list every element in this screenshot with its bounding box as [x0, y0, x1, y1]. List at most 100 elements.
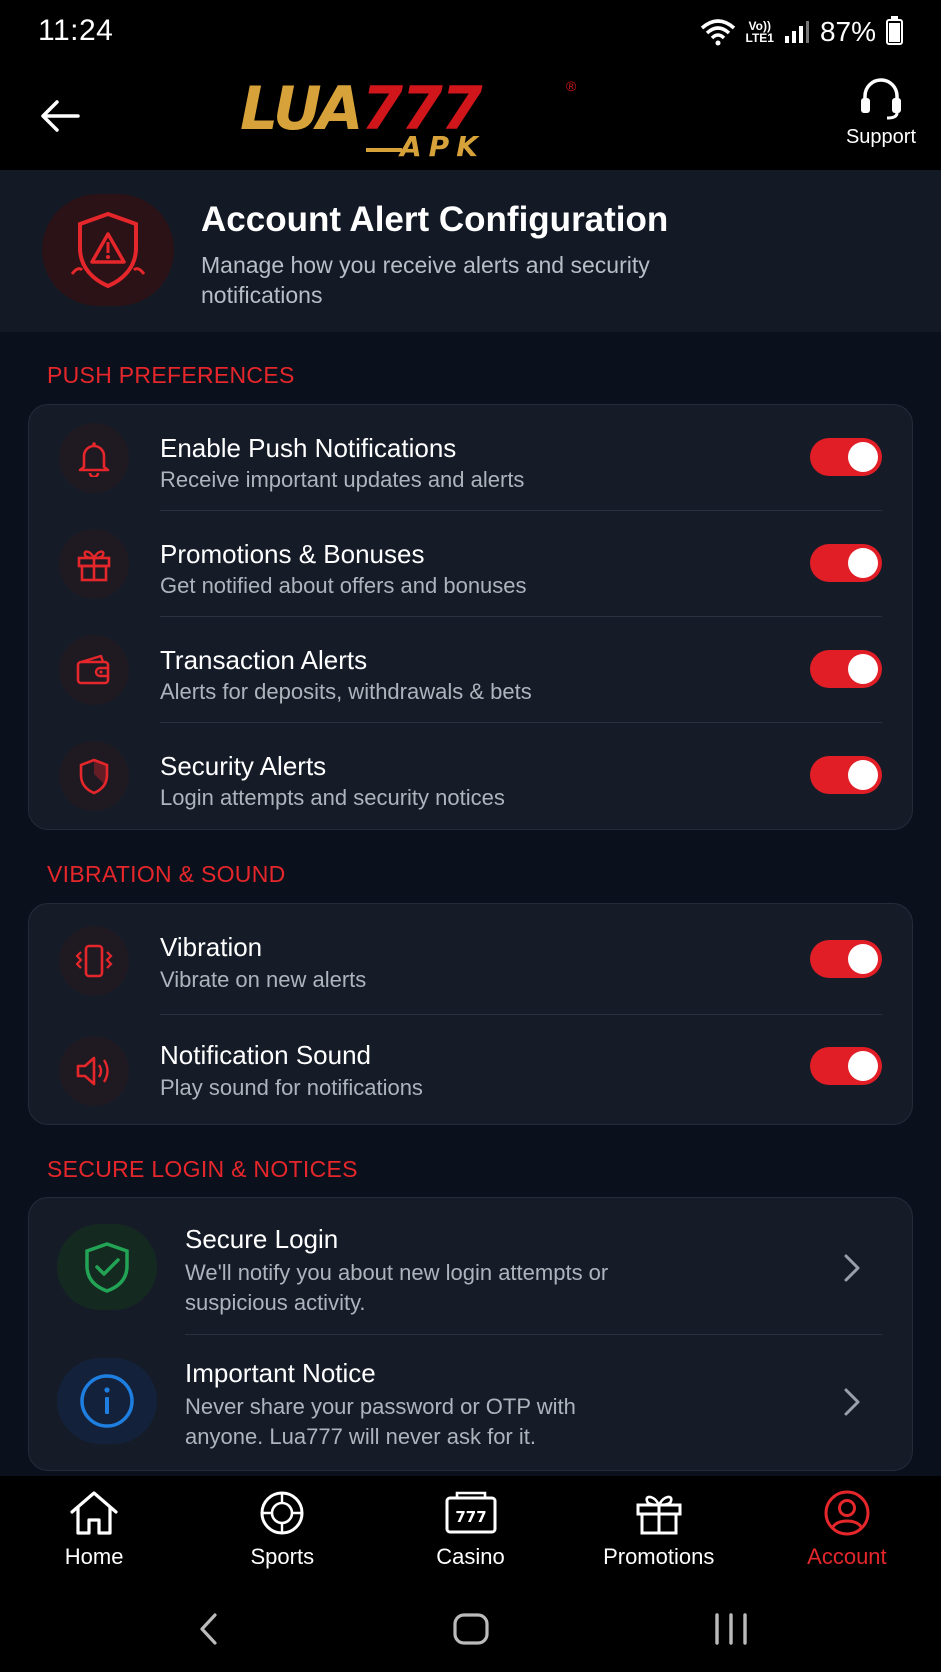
- info-icon: [80, 1374, 134, 1428]
- nav-item-home[interactable]: Home: [0, 1476, 188, 1586]
- setting-description: Login attempts and security notices: [160, 785, 505, 810]
- gift-icon: [636, 1495, 682, 1535]
- battery-icon: [886, 16, 903, 45]
- nav-label: Account: [807, 1544, 887, 1569]
- toggle-knob: [848, 548, 878, 578]
- toggle-knob: [848, 760, 878, 790]
- app-logo: LUA777 ® APK: [240, 76, 590, 163]
- setting-row-push-notifications[interactable]: Enable Push Notifications Receive import…: [29, 405, 912, 511]
- lte-label-bottom: LTE1: [745, 31, 774, 45]
- status-bar: 11:24 Vo)) LTE1 87%: [0, 0, 941, 62]
- system-home-button[interactable]: [448, 1606, 494, 1652]
- page-subtitle: Manage how you receive alerts and securi…: [201, 252, 650, 308]
- nav-label: Casino: [436, 1544, 505, 1569]
- account-icon: [824, 1490, 870, 1536]
- nav-item-casino[interactable]: 777 Casino: [376, 1476, 564, 1586]
- shield-icon: [79, 758, 109, 795]
- status-time: 11:24: [38, 14, 114, 47]
- sports-icon: [260, 1491, 304, 1535]
- setting-icon-badge: [59, 635, 129, 705]
- setting-icon-badge: [59, 1036, 129, 1106]
- page-title: Account Alert Configuration: [201, 200, 669, 239]
- notice-row-important[interactable]: Important Notice Never share your passwo…: [29, 1334, 912, 1470]
- setting-description: Alerts for deposits, withdrawals & bets: [160, 679, 532, 704]
- push-preferences-card: Enable Push Notifications Receive import…: [28, 404, 913, 830]
- wifi-icon: [700, 19, 735, 46]
- promotions-toggle[interactable]: [810, 544, 882, 582]
- nav-label: Promotions: [603, 1544, 715, 1569]
- chevron-right-icon: [844, 1388, 860, 1416]
- setting-title: Notification Sound: [160, 1040, 372, 1070]
- setting-icon-badge: [59, 529, 129, 599]
- setting-description: Get notified about offers and bonuses: [160, 573, 527, 598]
- notice-description: We'll notify you about new login attempt…: [185, 1260, 609, 1315]
- support-label: Support: [845, 126, 917, 148]
- secure-login-card: Secure Login We'll notify you about new …: [28, 1197, 913, 1471]
- nav-label: Sports: [250, 1544, 315, 1569]
- recents-icon: [715, 1613, 747, 1645]
- vibration-icon: [75, 944, 113, 978]
- system-back-button[interactable]: [186, 1606, 232, 1652]
- transaction-alerts-toggle[interactable]: [810, 650, 882, 688]
- battery-fill: [889, 22, 900, 42]
- secure-login-badge: [57, 1224, 157, 1310]
- arrow-left-icon: [41, 100, 80, 132]
- setting-row-vibration[interactable]: Vibration Vibrate on new alerts: [29, 904, 912, 1015]
- logo-dash: [366, 148, 402, 152]
- setting-title: Vibration: [160, 932, 263, 962]
- notice-title: Secure Login: [185, 1224, 339, 1254]
- toggle-knob: [848, 944, 878, 974]
- section-label-push: PUSH PREFERENCES: [47, 362, 295, 388]
- notice-row-secure-login[interactable]: Secure Login We'll notify you about new …: [29, 1198, 912, 1335]
- headset-icon: [861, 78, 901, 120]
- setting-icon-badge: [59, 926, 129, 996]
- casino-icon: 777: [445, 1491, 496, 1534]
- wallet-icon: [76, 654, 110, 685]
- setting-row-promotions[interactable]: Promotions & Bonuses Get notified about …: [29, 511, 912, 617]
- bottom-navigation: Home Sports 777 Casino Promotions Accoun…: [0, 1476, 941, 1586]
- chevron-right-icon: [844, 1254, 860, 1282]
- support-button[interactable]: Support: [839, 76, 923, 160]
- system-navigation: [0, 1586, 941, 1672]
- back-button[interactable]: [36, 92, 84, 140]
- system-recents-button[interactable]: [708, 1606, 754, 1652]
- battery-percentage: 87%: [819, 16, 876, 47]
- vibration-sound-card: Vibration Vibrate on new alerts Notifica…: [28, 903, 913, 1125]
- logo-registered-mark: ®: [566, 78, 577, 94]
- setting-description: Receive important updates and alerts: [160, 467, 525, 492]
- home-icon: [70, 1491, 118, 1535]
- toggle-knob: [848, 654, 878, 684]
- svg-text:777: 777: [455, 1508, 486, 1526]
- lte-indicator: Vo)) LTE1: [746, 20, 774, 44]
- status-indicators: Vo)) LTE1 87%: [700, 14, 903, 50]
- setting-icon-badge: [59, 423, 129, 493]
- alert-shield-badge: [42, 194, 174, 306]
- push-notifications-toggle[interactable]: [810, 438, 882, 476]
- notification-sound-toggle[interactable]: [810, 1047, 882, 1085]
- security-alerts-toggle[interactable]: [810, 756, 882, 794]
- app-header: LUA777 ® APK Support: [0, 62, 941, 170]
- setting-row-transactions[interactable]: Transaction Alerts Alerts for deposits, …: [29, 617, 912, 723]
- gift-icon: [77, 550, 111, 582]
- vibration-toggle[interactable]: [810, 940, 882, 978]
- section-label-secure: SECURE LOGIN & NOTICES: [47, 1156, 358, 1182]
- shield-warning-icon: [70, 211, 146, 289]
- notice-description: Never share your password or OTP with an…: [185, 1394, 576, 1449]
- setting-title: Enable Push Notifications: [160, 433, 457, 463]
- setting-title: Security Alerts: [160, 751, 327, 781]
- setting-title: Transaction Alerts: [160, 645, 368, 675]
- setting-row-security[interactable]: Security Alerts Login attempts and secur…: [29, 723, 912, 829]
- nav-item-account[interactable]: Account: [753, 1476, 941, 1586]
- chevron-left-icon: [200, 1613, 217, 1645]
- notice-title: Important Notice: [185, 1358, 376, 1388]
- nav-item-promotions[interactable]: Promotions: [565, 1476, 753, 1586]
- nav-item-sports[interactable]: Sports: [188, 1476, 376, 1586]
- setting-description: Play sound for notifications: [160, 1075, 423, 1100]
- logo-sub: APK: [400, 130, 485, 163]
- page-header: Account Alert Configuration Manage how y…: [0, 170, 941, 332]
- setting-description: Vibrate on new alerts: [160, 967, 367, 992]
- nav-label: Home: [64, 1544, 124, 1569]
- setting-row-sound[interactable]: Notification Sound Play sound for notifi…: [29, 1014, 912, 1124]
- signal-icon: [784, 21, 809, 43]
- home-square-icon: [453, 1613, 489, 1645]
